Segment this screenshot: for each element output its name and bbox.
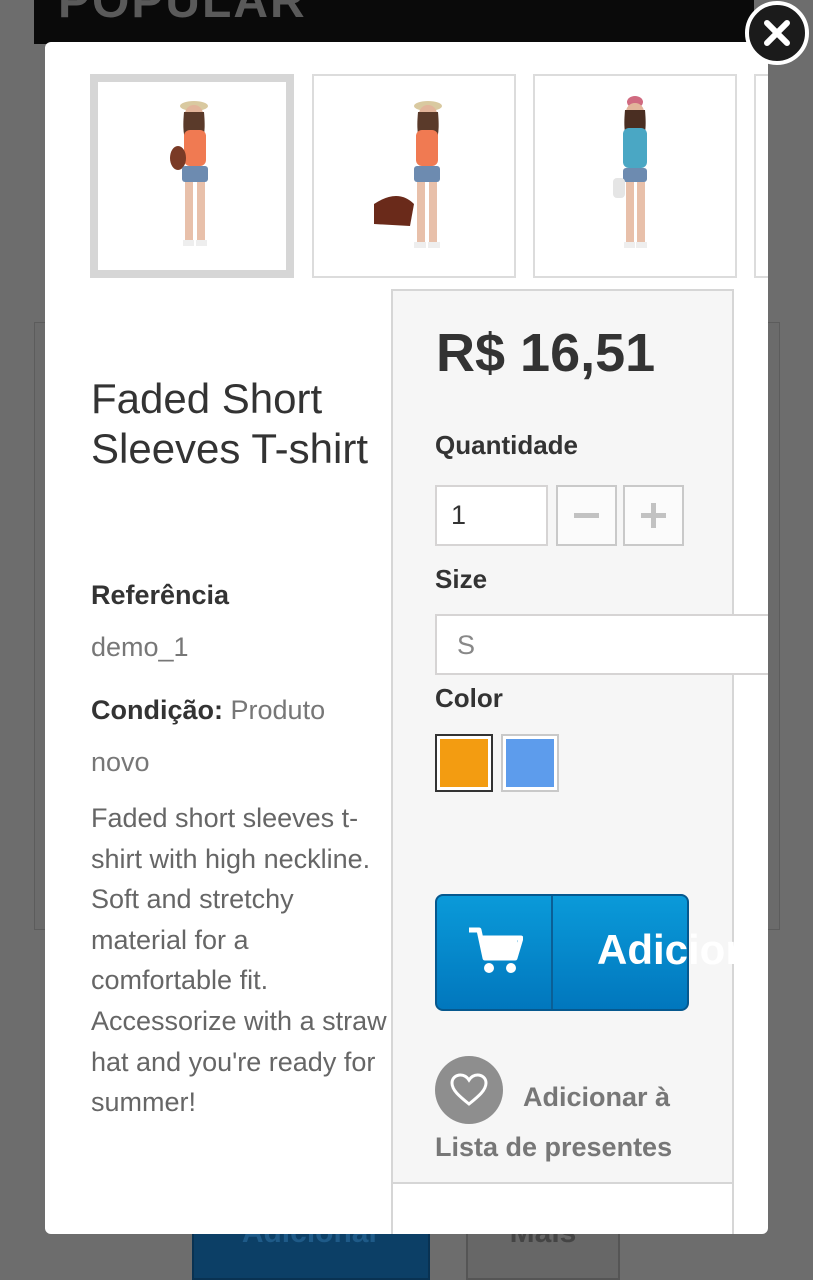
product-photo xyxy=(170,101,208,246)
wishlist-link[interactable]: Adicionar à Lista de presentes xyxy=(435,1072,725,1172)
swatch-fill xyxy=(440,739,488,787)
thumbnail-3[interactable] xyxy=(533,74,737,278)
thumbnail-4[interactable] xyxy=(754,74,768,278)
minus-icon xyxy=(574,513,599,518)
buy-box-footer xyxy=(391,1182,734,1234)
add-to-cart-label: Adicionar xyxy=(597,926,768,973)
close-button[interactable] xyxy=(745,1,809,65)
quantity-increase-button[interactable] xyxy=(623,485,684,546)
plus-icon xyxy=(641,503,666,528)
background-heading: POPULAR xyxy=(58,0,307,28)
size-select[interactable]: S xyxy=(435,614,768,675)
quantity-input[interactable] xyxy=(435,485,548,546)
product-photo xyxy=(613,96,647,248)
thumbnail-1[interactable] xyxy=(90,74,294,278)
product-title: Faded Short Sleeves T-shirt xyxy=(91,375,368,472)
color-swatch-blue[interactable] xyxy=(501,734,559,792)
close-icon xyxy=(764,20,790,46)
add-to-cart-button[interactable]: Adicionar xyxy=(435,894,768,1011)
cart-icon xyxy=(469,927,523,973)
product-photo xyxy=(374,101,442,248)
reference-label: Referência xyxy=(91,580,230,610)
quick-view-modal: Faded Short Sleeves T-shirt Referência d… xyxy=(45,42,768,1234)
swatch-fill xyxy=(506,739,554,787)
condition: Condição: Produto novo xyxy=(91,684,361,788)
quantity-decrease-button[interactable] xyxy=(556,485,617,546)
product-price: R$ 16,51 xyxy=(436,323,656,383)
button-divider xyxy=(551,896,553,1009)
condition-label: Condição: xyxy=(91,695,223,725)
quantity-label: Quantidade xyxy=(435,430,579,460)
size-label: Size xyxy=(435,564,488,594)
product-description: Faded short sleeves t-shirt with high ne… xyxy=(91,803,387,1118)
color-swatch-orange[interactable] xyxy=(435,734,493,792)
background-header: POPULAR xyxy=(34,0,754,44)
reference-value: demo_1 xyxy=(91,632,189,662)
color-label: Color xyxy=(435,683,503,713)
thumbnail-2[interactable] xyxy=(312,74,516,278)
